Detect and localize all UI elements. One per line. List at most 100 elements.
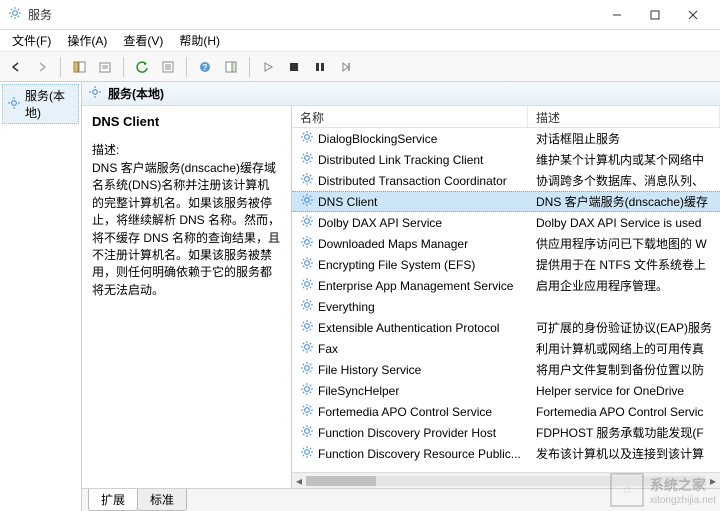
view-tabs: 扩展 标准 (82, 489, 720, 511)
table-row[interactable]: Enterprise App Management Service 启用企业应用程… (292, 275, 720, 296)
cell-name: Fax (292, 340, 528, 357)
cell-desc: 维护某个计算机内或某个网络中 (528, 151, 720, 168)
cell-name: Downloaded Maps Manager (292, 235, 528, 252)
cell-desc: 对话框阻止服务 (528, 130, 720, 147)
service-gear-icon (300, 319, 314, 336)
service-gear-icon (300, 214, 314, 231)
horizontal-scrollbar[interactable]: ◂ ▸ (292, 472, 720, 488)
cell-name: DNS Client (292, 193, 528, 210)
menu-action[interactable]: 操作(A) (59, 30, 115, 51)
cell-desc: FDPHOST 服务承载功能发现(F (528, 424, 720, 441)
table-row[interactable]: File History Service将用户文件复制到备份位置以防 (292, 359, 720, 380)
service-gear-icon (300, 382, 314, 399)
cell-desc: 提供用于在 NTFS 文件系统卷上 (528, 256, 720, 273)
table-row[interactable]: DNS ClientDNS 客户端服务(dnscache)缓存 (292, 191, 720, 212)
service-gear-icon (300, 130, 314, 147)
table-row[interactable]: Fortemedia APO Control ServiceFortemedia… (292, 401, 720, 422)
service-name-text: Function Discovery Provider Host (318, 426, 496, 440)
maximize-button[interactable] (636, 1, 674, 29)
nav-label: 服务(本地) (25, 87, 74, 121)
menu-file[interactable]: 文件(F) (4, 30, 59, 51)
cell-name: File History Service (292, 361, 528, 378)
scroll-left-arrow[interactable]: ◂ (292, 473, 306, 488)
service-name-text: Distributed Transaction Coordinator (318, 174, 507, 188)
cell-name: Extensible Authentication Protocol (292, 319, 528, 336)
table-row[interactable]: Distributed Link Tracking Client 维护某个计算机内… (292, 149, 720, 170)
pause-service-button[interactable] (308, 55, 332, 79)
cell-desc: Dolby DAX API Service is used (528, 216, 720, 230)
service-gear-icon (300, 193, 314, 210)
service-name-text: Dolby DAX API Service (318, 216, 442, 230)
table-row[interactable]: Fax利用计算机或网络上的可用传真 (292, 338, 720, 359)
detail-desc-label: 描述: (92, 141, 281, 158)
table-row[interactable]: Extensible Authentication Protocol可扩展的身份… (292, 317, 720, 338)
cell-desc: DNS 客户端服务(dnscache)缓存 (528, 193, 720, 210)
service-gear-icon (300, 298, 314, 315)
cell-desc: Helper service for OneDrive (528, 384, 720, 398)
scroll-right-arrow[interactable]: ▸ (706, 473, 720, 488)
main-header: 服务(本地) (82, 82, 720, 106)
stop-service-button[interactable] (282, 55, 306, 79)
toolbar-separator (60, 57, 61, 77)
cell-name: Function Discovery Resource Public... (292, 445, 528, 462)
detail-service-name: DNS Client (92, 114, 281, 129)
forward-button[interactable] (30, 55, 54, 79)
column-desc[interactable]: 描述 (528, 106, 720, 127)
cell-name: FileSyncHelper (292, 382, 528, 399)
scroll-track[interactable] (306, 476, 706, 486)
cell-name: Enterprise App Management Service (292, 277, 528, 294)
table-row[interactable]: Dolby DAX API Service Dolby DAX API Servi… (292, 212, 720, 233)
cell-desc: 启用企业应用程序管理。 (528, 277, 720, 294)
table-row[interactable]: Everything (292, 296, 720, 317)
table-row[interactable]: Function Discovery Resource Public...发布该… (292, 443, 720, 464)
table-row[interactable]: Encrypting File System (EFS) 提供用于在 NTFS 文… (292, 254, 720, 275)
tab-standard[interactable]: 标准 (137, 489, 187, 511)
main-header-title: 服务(本地) (108, 85, 164, 102)
service-rows[interactable]: DialogBlockingService对话框阻止服务Distributed … (292, 128, 720, 472)
table-row[interactable]: Downloaded Maps Manager供应用程序访问已下载地图的 W (292, 233, 720, 254)
tab-extended[interactable]: 扩展 (88, 489, 138, 511)
scroll-thumb[interactable] (306, 476, 376, 486)
cell-name: DialogBlockingService (292, 130, 528, 147)
service-name-text: Fortemedia APO Control Service (318, 405, 492, 419)
service-name-text: Enterprise App Management Service (318, 279, 513, 293)
cell-desc: 发布该计算机以及连接到该计算 (528, 445, 720, 462)
toolbar-separator (186, 57, 187, 77)
nav-services-local[interactable]: 服务(本地) (2, 84, 79, 124)
service-gear-icon (300, 403, 314, 420)
column-name[interactable]: 名称 (292, 106, 528, 127)
content: DNS Client 描述: DNS 客户端服务(dnscache)缓存域名系统… (82, 106, 720, 489)
action-pane-button[interactable] (219, 55, 243, 79)
menu-view[interactable]: 查看(V) (115, 30, 171, 51)
start-service-button[interactable] (256, 55, 280, 79)
help-button[interactable]: ? (193, 55, 217, 79)
table-row[interactable]: Function Discovery Provider Host FDPHOST … (292, 422, 720, 443)
service-gear-icon (300, 256, 314, 273)
list-pane: 名称 描述 DialogBlockingService对话框阻止服务Distri… (292, 106, 720, 488)
menu-help[interactable]: 帮助(H) (171, 30, 228, 51)
service-name-text: Encrypting File System (EFS) (318, 258, 475, 272)
cell-name: Distributed Link Tracking Client (292, 151, 528, 168)
service-gear-icon (300, 340, 314, 357)
service-gear-icon (300, 172, 314, 189)
close-button[interactable] (674, 1, 712, 29)
cell-name: Encrypting File System (EFS) (292, 256, 528, 273)
window-buttons (598, 1, 712, 29)
gear-icon (7, 96, 21, 113)
export-list-button[interactable] (93, 55, 117, 79)
service-gear-icon (300, 424, 314, 441)
show-hide-tree-button[interactable] (67, 55, 91, 79)
refresh-button[interactable] (130, 55, 154, 79)
toolbar-separator (123, 57, 124, 77)
toolbar-separator (249, 57, 250, 77)
table-row[interactable]: DialogBlockingService对话框阻止服务 (292, 128, 720, 149)
cell-desc: 可扩展的身份验证协议(EAP)服务 (528, 319, 720, 336)
table-row[interactable]: FileSyncHelperHelper service for OneDriv… (292, 380, 720, 401)
properties-button[interactable] (156, 55, 180, 79)
nav-pane: 服务(本地) (0, 82, 82, 511)
minimize-button[interactable] (598, 1, 636, 29)
service-name-text: Distributed Link Tracking Client (318, 153, 483, 167)
table-row[interactable]: Distributed Transaction Coordinator协调跨多个… (292, 170, 720, 191)
back-button[interactable] (4, 55, 28, 79)
restart-service-button[interactable] (334, 55, 358, 79)
